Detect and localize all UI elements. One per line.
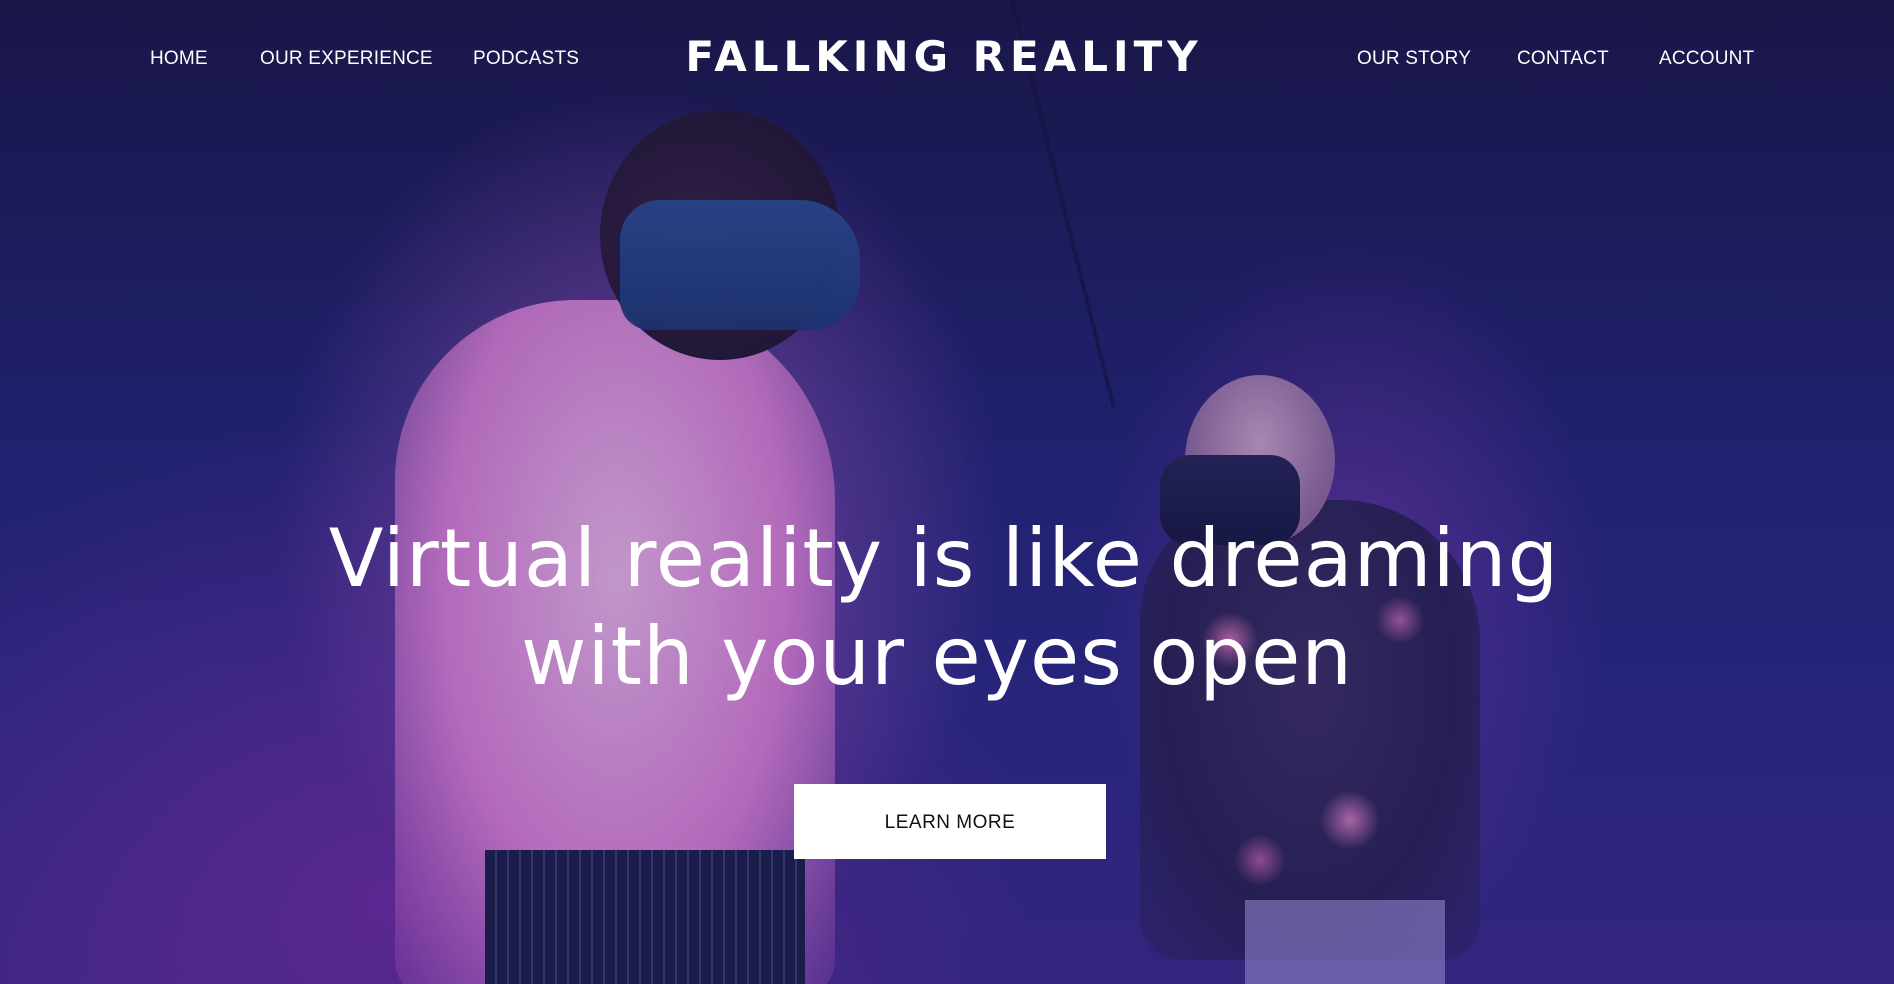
hero-headline-line-2: with your eyes open	[520, 610, 1353, 703]
learn-more-button[interactable]: LEARN MORE	[794, 784, 1106, 859]
brand-title[interactable]: FALLKING REALITY	[685, 32, 1202, 81]
brand-logo[interactable]: FALLKING REALITY	[0, 32, 1894, 81]
nav-link-contact[interactable]: CONTACT	[1517, 48, 1609, 70]
hero-headline: Virtual reality is like dreaming with yo…	[0, 510, 1894, 706]
top-navigation: HOME OUR EXPERIENCE PODCASTS FALLKING RE…	[0, 0, 1894, 120]
nav-link-account[interactable]: ACCOUNT	[1659, 48, 1754, 70]
hero-headline-line-1: Virtual reality is like dreaming	[328, 512, 1560, 605]
nav-link-our-story[interactable]: OUR STORY	[1357, 48, 1471, 70]
hero-section: HOME OUR EXPERIENCE PODCASTS FALLKING RE…	[0, 0, 1894, 984]
